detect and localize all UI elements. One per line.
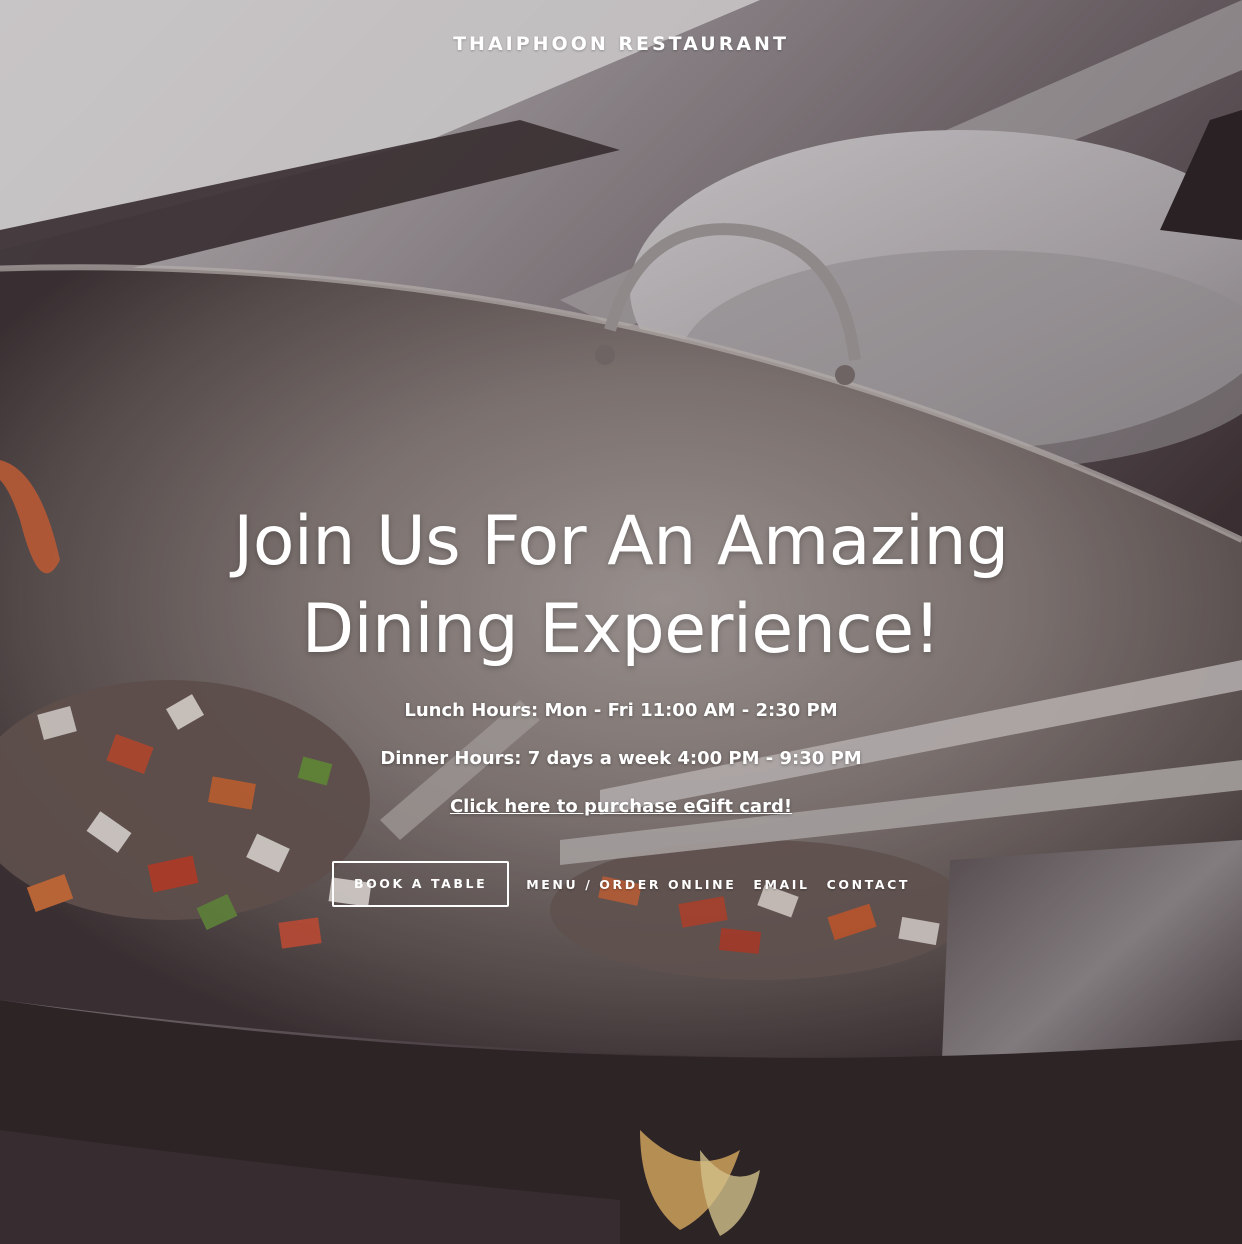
hero-section: THAIPHOON RESTAURANT Join Us For An Amaz… (0, 0, 1242, 1244)
hero-nav: BOOK A TABLE MENU / ORDER ONLINE EMAIL C… (0, 861, 1242, 907)
lunch-hours: Lunch Hours: Mon - Fri 11:00 AM - 2:30 P… (404, 700, 838, 721)
nav-link-contact[interactable]: CONTACT (827, 877, 910, 892)
book-table-button[interactable]: BOOK A TABLE (331, 861, 510, 907)
hero-headline: Join Us For An Amazing Dining Experience… (233, 502, 1009, 669)
nav-link-email[interactable]: EMAIL (753, 877, 809, 892)
dinner-hours: Dinner Hours: 7 days a week 4:00 PM - 9:… (380, 748, 862, 769)
egift-card-link[interactable]: Click here to purchase eGift card! (0, 796, 1242, 817)
site-title[interactable]: THAIPHOON RESTAURANT (0, 33, 1242, 55)
nav-link-menu-order-online[interactable]: MENU / ORDER ONLINE (526, 877, 736, 892)
